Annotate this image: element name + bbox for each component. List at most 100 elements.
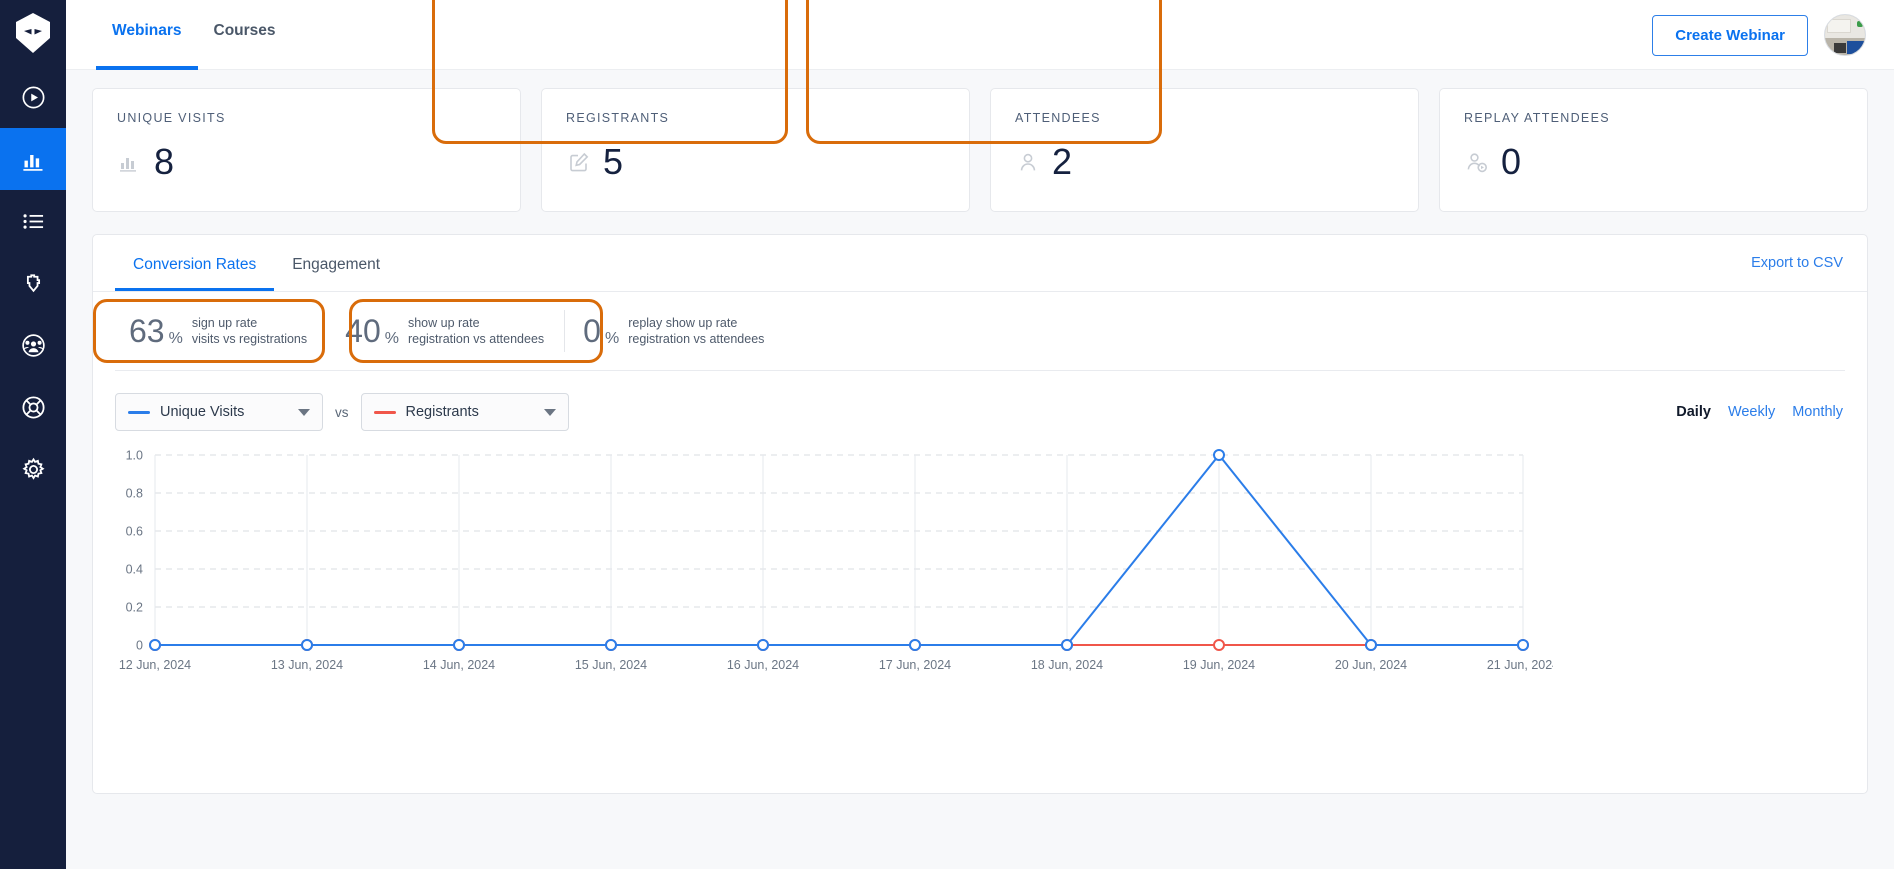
avatar-whiteboard [1827, 19, 1851, 33]
avatar-green-marker [1857, 20, 1864, 27]
data-point[interactable] [757, 639, 769, 651]
line-chart-svg[interactable]: 0 0.2 0.4 0.6 0.8 1.0 12 Jun, 2024 13 Jun, 2024… [93, 447, 1553, 687]
primary-tabs: Webinars Courses [96, 0, 292, 70]
granularity-weekly[interactable]: Weekly [1728, 404, 1775, 420]
kpi-card-registrants: REGISTRANTS 5 [541, 88, 970, 212]
rate-desc-line1: show up rate [407, 315, 480, 330]
tab-courses-label: Courses [213, 22, 276, 39]
sidebar-item-support[interactable] [0, 376, 66, 438]
series-b-select[interactable]: Registrants [360, 393, 569, 431]
sidebar-item-webinars-list[interactable] [0, 190, 66, 252]
bar-chart-icon [117, 149, 143, 175]
list-icon [22, 213, 43, 229]
data-point[interactable] [453, 639, 465, 651]
lifebuoy-icon [21, 395, 45, 419]
granularity-selector: Daily Weekly Monthly [1676, 404, 1843, 420]
data-point[interactable] [149, 639, 161, 651]
series-a-select[interactable]: Unique Visits [115, 393, 323, 431]
chevron-down-icon [298, 408, 310, 416]
rate-sign-up: 63 % sign up rate visits vs registration… [111, 307, 327, 356]
kpi-label: ATTENDEES [1015, 111, 1101, 125]
rate-unit: % [384, 329, 399, 347]
x-axis-tick-label: 17 Jun, 2024 [879, 658, 951, 672]
person-play-icon [1464, 149, 1490, 175]
tab-courses[interactable]: Courses [198, 0, 292, 70]
kpi-value-row: 2 [1015, 144, 1394, 180]
rate-number: 0 [583, 313, 601, 349]
topbar-actions: Create Webinar [1652, 0, 1866, 70]
data-point[interactable] [605, 639, 617, 651]
rate-description: sign up rate visits vs registrations [192, 315, 307, 348]
rate-number: 40 [345, 313, 381, 349]
rate-show-up: 40 % show up rate registration vs attend… [327, 307, 564, 356]
data-point[interactable] [1213, 639, 1225, 651]
kpi-card-replay-attendees: REPLAY ATTENDEES 0 [1439, 88, 1868, 212]
kpi-value-row: 0 [1464, 144, 1843, 180]
chevron-down-icon [543, 408, 556, 416]
rate-desc-line2: registration vs attendees [407, 332, 545, 346]
x-axis-tick-label: 16 Jun, 2024 [727, 658, 799, 672]
avatar-chair [1833, 43, 1846, 54]
sidebar-item-settings[interactable] [0, 438, 66, 500]
rate-description: show up rate registration vs attendees [408, 315, 544, 348]
kpi-value-row: 5 [566, 144, 945, 180]
data-point[interactable] [1517, 639, 1529, 651]
tab-webinars[interactable]: Webinars [96, 0, 198, 70]
sidebar-item-contacts[interactable] [0, 314, 66, 376]
app-logo[interactable] [0, 0, 66, 66]
sidebar-item-analytics[interactable] [0, 128, 66, 190]
sidebar-item-live[interactable] [0, 66, 66, 128]
y-axis-tick-label: 0.4 [126, 563, 143, 577]
kpi-value-row: 8 [117, 144, 496, 180]
x-axis-tick-label: 18 Jun, 2024 [1031, 658, 1103, 672]
data-point[interactable] [301, 639, 313, 651]
chart-controls: Unique Visits vs Registrants Daily Weekl… [93, 371, 1867, 431]
data-point[interactable] [1365, 639, 1377, 651]
granularity-monthly[interactable]: Monthly [1792, 404, 1843, 420]
main-area: Webinars Courses Create Webinar UNIQUE V… [66, 0, 1894, 869]
content: UNIQUE VISITS 8 REGISTRANTS 5 ATTENDEES … [66, 0, 1894, 794]
team-people-icon [21, 333, 45, 357]
series-b-label: Registrants [405, 404, 479, 420]
vs-label: vs [335, 404, 349, 420]
data-point[interactable] [1061, 639, 1073, 651]
y-axis-tick-label: 0.8 [126, 487, 143, 501]
series-a-label: Unique Visits [160, 404, 245, 420]
hexagon-mask-logo-icon [16, 13, 50, 53]
tab-engagement-label: Engagement [292, 256, 381, 273]
rate-desc-line1: sign up rate [191, 315, 258, 330]
series-line-1 [155, 453, 1523, 646]
kpi-label: REPLAY ATTENDEES [1464, 111, 1610, 125]
x-axis-tick-label: 20 Jun, 2024 [1335, 658, 1407, 672]
sidebar [0, 0, 66, 869]
sidebar-item-integrations[interactable] [0, 252, 66, 314]
avatar-blue-panel [1847, 40, 1865, 55]
rate-desc-line1: replay show up rate [628, 315, 738, 330]
export-to-csv-link[interactable]: Export to CSV [1751, 255, 1843, 271]
rate-number: 63 [129, 313, 165, 349]
x-axis-tick-label: 19 Jun, 2024 [1183, 658, 1255, 672]
x-axis-tick-label: 13 Jun, 2024 [271, 658, 343, 672]
x-axis-tick-label: 12 Jun, 2024 [119, 658, 191, 672]
line-chart: 0 0.2 0.4 0.6 0.8 1.0 12 Jun, 2024 13 Jun, 2024… [93, 447, 1867, 687]
kpi-card-unique-visits: UNIQUE VISITS 8 [92, 88, 521, 212]
tab-conversion-rates-label: Conversion Rates [133, 256, 257, 273]
tab-conversion-rates[interactable]: Conversion Rates [115, 235, 275, 291]
kpi-label: UNIQUE VISITS [117, 111, 226, 125]
granularity-daily[interactable]: Daily [1676, 404, 1711, 420]
data-point[interactable] [909, 639, 921, 651]
edit-square-icon [566, 149, 592, 175]
conversion-rates-row: 63 % sign up rate visits vs registration… [93, 292, 1867, 370]
kpi-card-attendees: ATTENDEES 2 [990, 88, 1419, 212]
avatar[interactable] [1824, 14, 1866, 56]
analytics-panel: Conversion Rates Engagement Export to CS… [92, 234, 1868, 794]
data-point[interactable] [1213, 449, 1225, 461]
y-axis-tick-label: 0.6 [126, 525, 143, 539]
tab-engagement[interactable]: Engagement [274, 235, 398, 291]
play-circle-icon [22, 86, 44, 108]
create-webinar-button[interactable]: Create Webinar [1652, 14, 1808, 56]
series-b-color-swatch [373, 410, 396, 414]
tab-webinars-label: Webinars [112, 22, 182, 39]
rate-desc-line2: visits vs registrations [191, 332, 308, 346]
kpi-row: UNIQUE VISITS 8 REGISTRANTS 5 ATTENDEES … [92, 0, 1868, 212]
